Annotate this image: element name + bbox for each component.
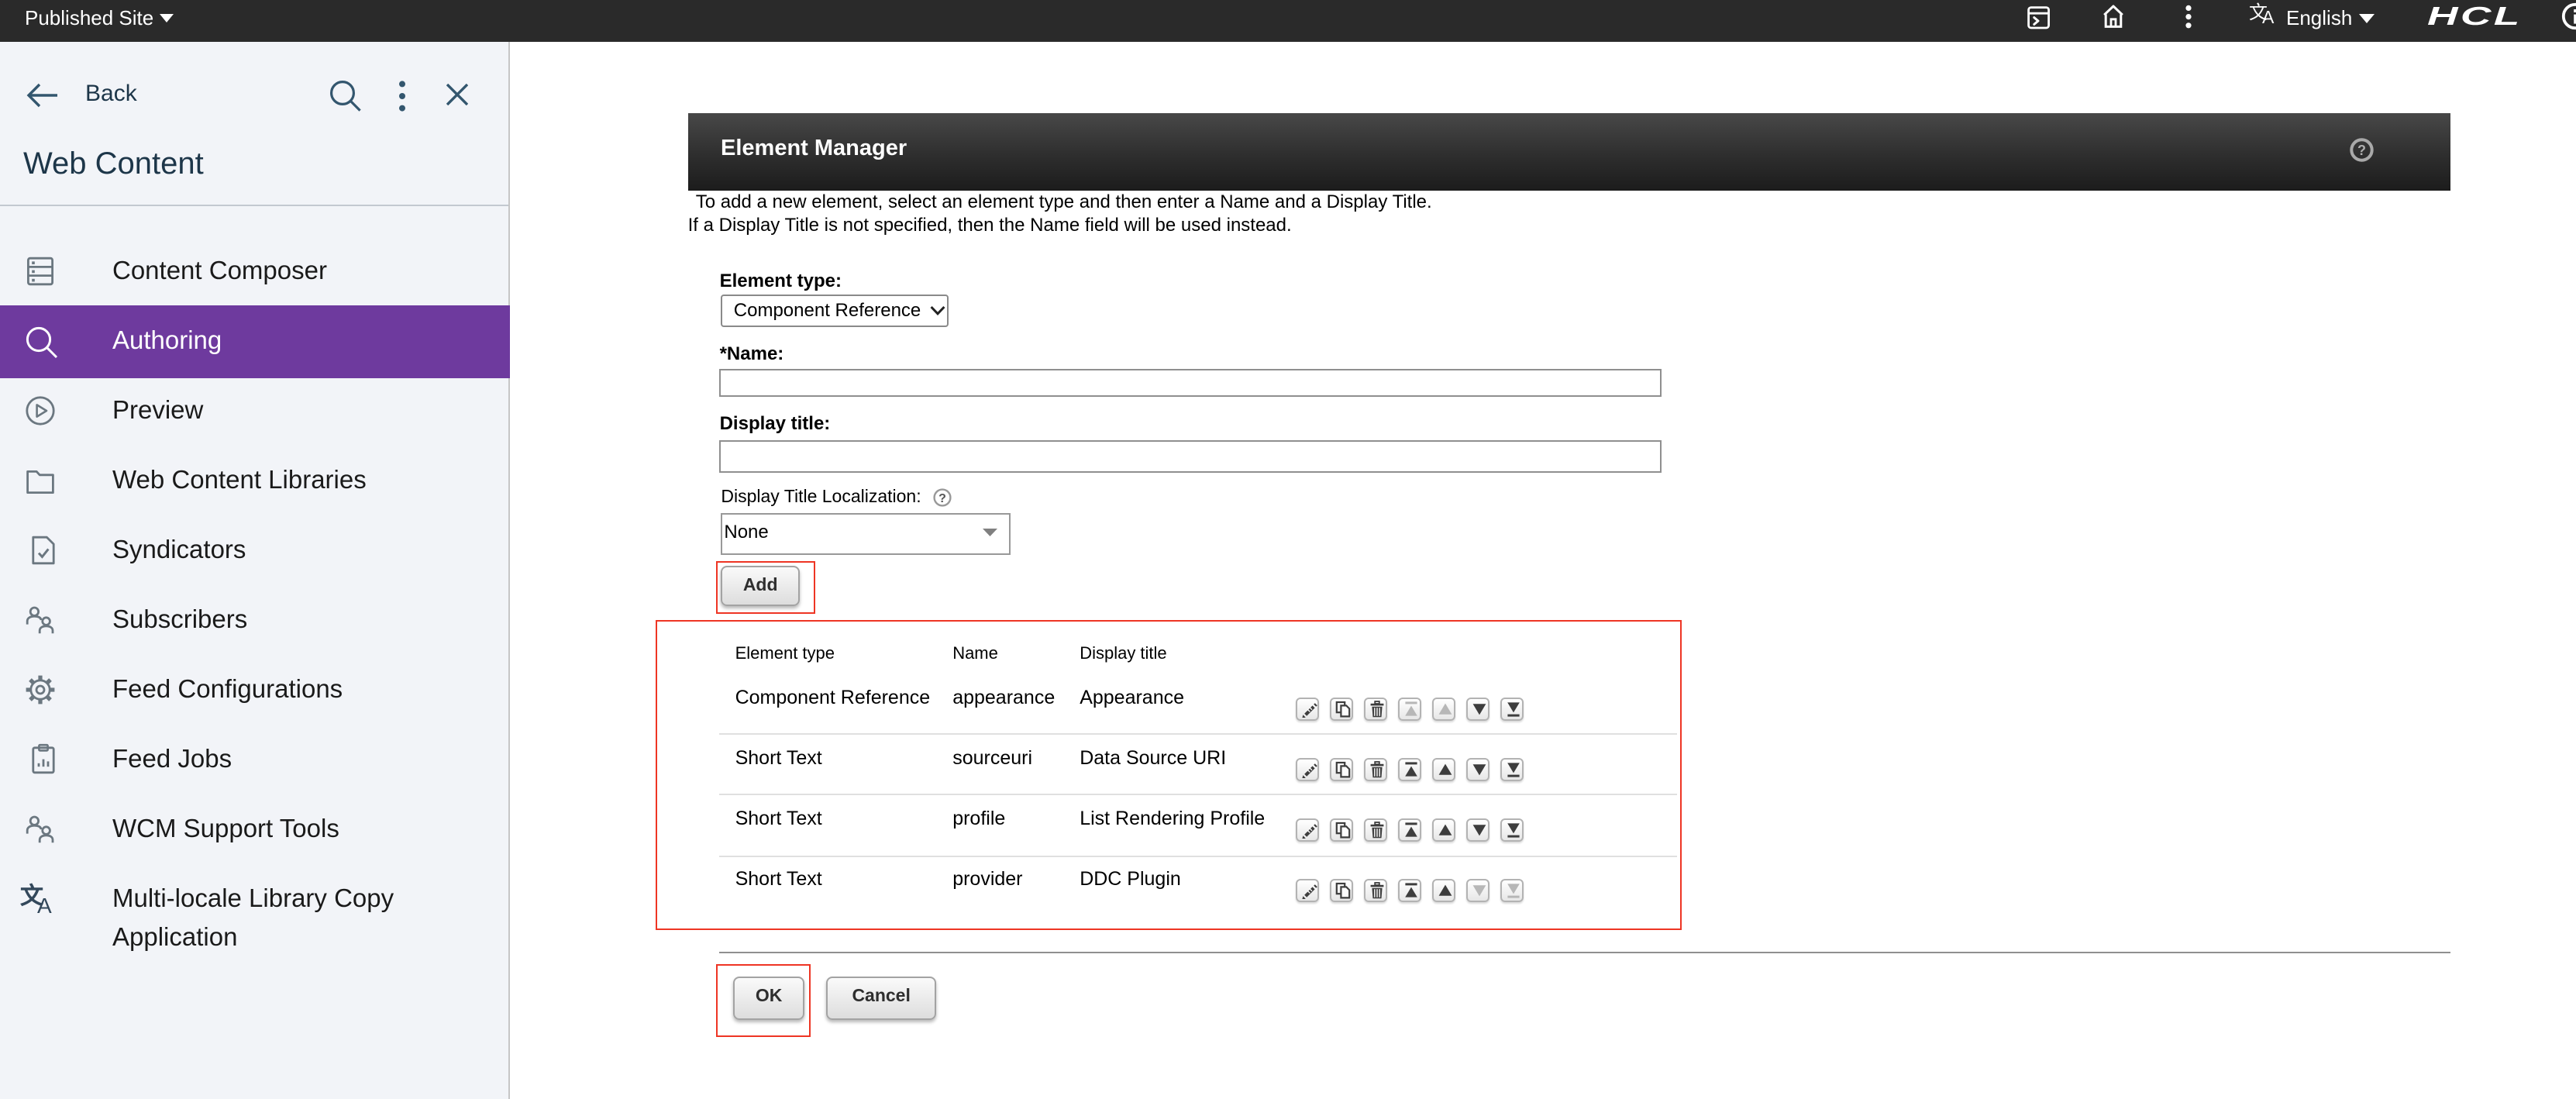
svg-text:?: ? [938, 492, 946, 505]
svg-text:?: ? [2357, 143, 2366, 158]
